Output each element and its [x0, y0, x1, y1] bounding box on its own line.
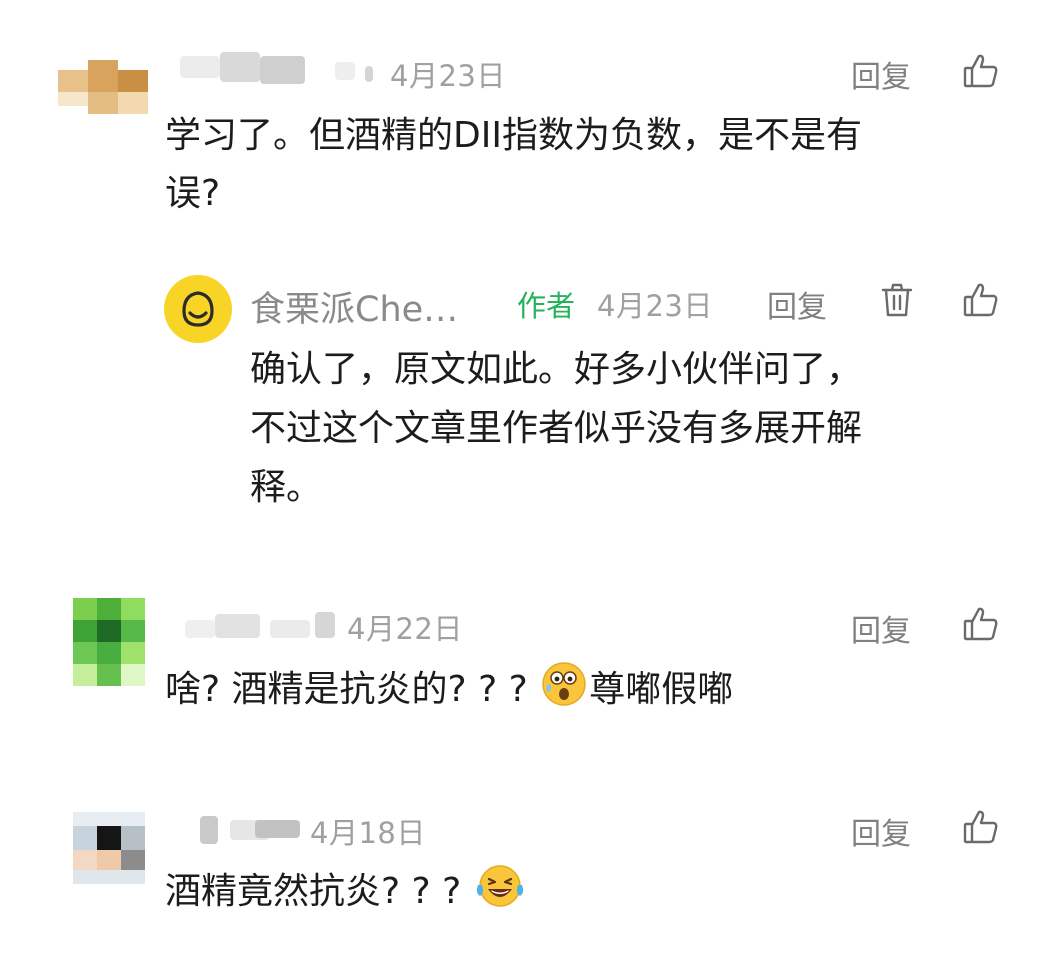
thumbs-up-icon[interactable]	[962, 808, 1000, 846]
comment-text: 酒精竟然抗炎? ? ?	[165, 863, 527, 921]
laughing-tears-emoji-icon	[476, 865, 523, 907]
comment-date: 4月18日	[310, 816, 426, 850]
avatar[interactable]	[73, 812, 145, 884]
username-redacted[interactable]	[175, 810, 305, 844]
reply-button[interactable]: 回复	[851, 809, 911, 853]
comment-text-part: 酒精竟然抗炎? ? ?	[165, 871, 462, 912]
comment-3: 4月18日 回复 酒精竟然抗炎? ? ?	[0, 0, 1057, 966]
